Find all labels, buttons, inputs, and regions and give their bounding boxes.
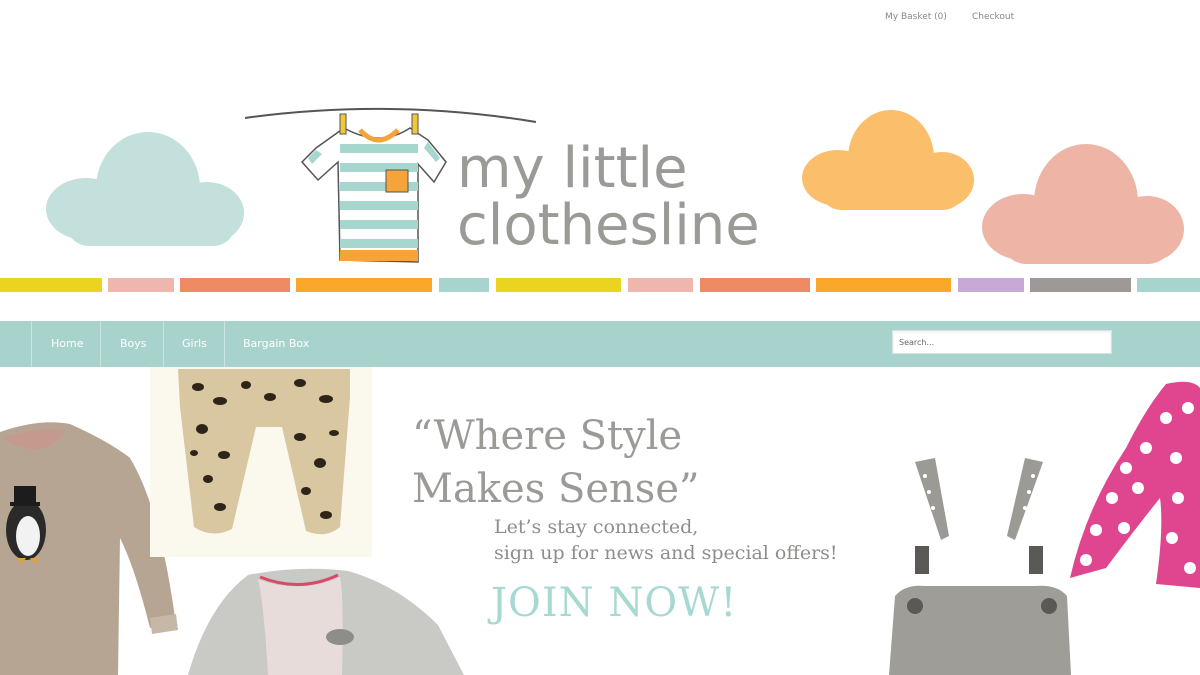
strip-segment xyxy=(296,278,432,292)
strip-segment xyxy=(108,278,174,292)
hero-tagline: “Where Style Makes Sense” xyxy=(412,410,699,516)
nav-divider xyxy=(100,321,101,367)
nav-item-girls[interactable]: Girls xyxy=(182,321,207,367)
cloud-teal-left xyxy=(46,130,246,250)
nav-divider xyxy=(31,321,32,367)
grey-top-image[interactable] xyxy=(168,565,468,675)
nav-item-bargain-box[interactable]: Bargain Box xyxy=(243,321,309,367)
cloud-orange xyxy=(802,110,976,214)
nav-item-home[interactable]: Home xyxy=(51,321,83,367)
pink-polka-jacket-image[interactable] xyxy=(1066,378,1200,588)
site-logo-text[interactable]: my little clothesline xyxy=(457,140,760,254)
strip-segment xyxy=(496,278,621,292)
strip-segment xyxy=(439,278,489,292)
nav-divider xyxy=(163,321,164,367)
hero-tagline-line-2: Makes Sense” xyxy=(412,466,700,512)
hero-subtext-line-2: sign up for news and special offers! xyxy=(494,542,838,564)
nav-item-boys[interactable]: Boys xyxy=(120,321,147,367)
leopard-leggings-image[interactable] xyxy=(150,367,372,557)
hero-tagline-line-1: “Where Style xyxy=(412,413,683,459)
grey-dungarees-image[interactable] xyxy=(885,456,1075,675)
join-now-button[interactable]: JOIN NOW! xyxy=(491,580,737,626)
strip-segment xyxy=(1137,278,1200,292)
hero-subtext: Let’s stay connected, sign up for news a… xyxy=(494,514,838,566)
hero-subtext-line-1: Let’s stay connected, xyxy=(494,516,699,538)
cloud-pink xyxy=(982,144,1186,266)
nav-divider xyxy=(224,321,225,367)
strip-segment xyxy=(180,278,290,292)
search-input[interactable] xyxy=(892,330,1112,354)
strip-segment xyxy=(1030,278,1131,292)
strip-segment xyxy=(628,278,693,292)
strip-segment xyxy=(700,278,810,292)
strip-segment xyxy=(958,278,1024,292)
strip-segment xyxy=(0,278,102,292)
logo-line-1: my little xyxy=(457,136,688,201)
top-links: My Basket (0) Checkout xyxy=(0,12,1200,26)
my-basket-link[interactable]: My Basket (0) xyxy=(885,12,947,22)
logo-line-2: clothesline xyxy=(457,193,760,258)
strip-segment xyxy=(816,278,951,292)
checkout-link[interactable]: Checkout xyxy=(972,12,1014,22)
